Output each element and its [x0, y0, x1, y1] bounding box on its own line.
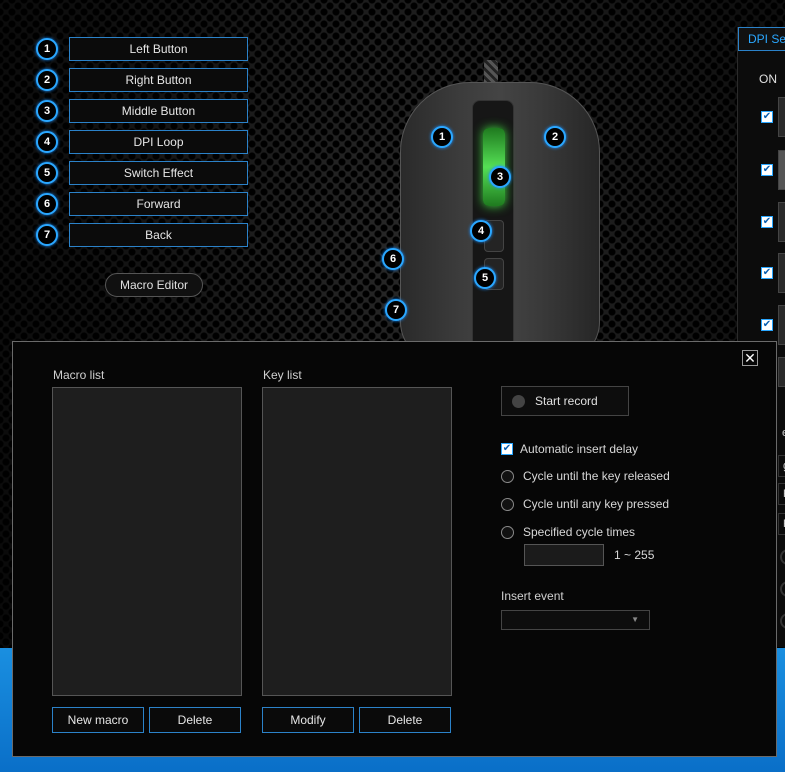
mouse-marker-forward[interactable]: 6 [382, 248, 404, 270]
specified-cycle-option[interactable]: Specified cycle times [501, 525, 635, 539]
assignment-row: 4 DPI Loop [36, 130, 248, 154]
dpi-loop-assign[interactable]: DPI Loop [69, 130, 248, 154]
mouse-marker-middle[interactable]: 3 [489, 166, 511, 188]
insert-event-dropdown[interactable]: ▼ [501, 610, 650, 630]
right-button-assign[interactable]: Right Button [69, 68, 248, 92]
number-badge: 6 [36, 193, 58, 215]
cycle-any-key-radio[interactable] [501, 497, 514, 511]
dpi-level-slot[interactable] [778, 202, 785, 242]
dpi-level-slot[interactable] [778, 305, 785, 345]
panel-round-button[interactable] [780, 581, 785, 597]
insert-event-label: Insert event [501, 589, 564, 603]
auto-insert-delay-label: Automatic insert delay [520, 442, 639, 456]
forward-assign[interactable]: Forward [69, 192, 248, 216]
left-button-assign[interactable]: Left Button [69, 37, 248, 61]
delete-key-button[interactable]: Delete [359, 707, 451, 733]
chevron-down-icon: ▼ [631, 615, 639, 624]
mouse-marker-back[interactable]: 7 [385, 299, 407, 321]
delete-macro-button[interactable]: Delete [149, 707, 241, 733]
close-icon[interactable]: ✕ [742, 350, 758, 366]
assignment-row: 6 Forward [36, 192, 248, 216]
record-icon [512, 394, 525, 408]
cycle-range-label: 1 ~ 255 [614, 548, 655, 562]
number-badge: 7 [36, 224, 58, 246]
mouse-marker-left[interactable]: 1 [431, 126, 453, 148]
number-badge: 2 [36, 69, 58, 91]
mouse-marker-dpi[interactable]: 4 [470, 220, 492, 242]
dpi-level-checkbox[interactable]: ✔ [761, 267, 773, 279]
panel-round-button[interactable] [780, 549, 785, 565]
number-badge: 3 [36, 100, 58, 122]
dpi-on-label: ON [759, 72, 777, 86]
auto-insert-delay-checkbox[interactable]: ✔ [501, 443, 513, 455]
auto-insert-delay-option[interactable]: ✔ Automatic insert delay [501, 442, 638, 456]
mouse-illustration: 1 2 3 4 5 6 7 [380, 60, 610, 362]
assignment-row: 7 Back [36, 223, 248, 247]
cycle-key-released-option[interactable]: Cycle until the key released [501, 469, 670, 483]
panel-text-fragment: e [778, 423, 785, 445]
switch-effect-assign[interactable]: Switch Effect [69, 161, 248, 185]
key-list-label: Key list [263, 368, 302, 382]
mouse-marker-right[interactable]: 2 [544, 126, 566, 148]
assignment-row: 5 Switch Effect [36, 161, 248, 185]
middle-button-assign[interactable]: Middle Button [69, 99, 248, 123]
cycle-key-released-radio[interactable] [501, 469, 514, 483]
specified-cycle-radio[interactable] [501, 525, 514, 539]
cycle-any-key-label: Cycle until any key pressed [523, 497, 670, 511]
panel-field-fragment[interactable]: F [778, 483, 785, 505]
start-record-label: Start record [535, 394, 598, 408]
key-list[interactable] [262, 387, 452, 696]
number-badge: 1 [36, 38, 58, 60]
mouse-marker-effect[interactable]: 5 [474, 267, 496, 289]
assignment-row: 1 Left Button [36, 37, 248, 61]
macro-list-label: Macro list [53, 368, 105, 382]
dpi-settings-title: DPI Settings [738, 27, 785, 51]
panel-field-fragment[interactable]: F [778, 513, 785, 535]
start-record-button[interactable]: Start record [501, 386, 629, 416]
modify-key-button[interactable]: Modify [262, 707, 354, 733]
panel-round-button[interactable] [780, 613, 785, 629]
dpi-level-checkbox[interactable]: ✔ [761, 164, 773, 176]
cycle-any-key-option[interactable]: Cycle until any key pressed [501, 497, 669, 511]
dpi-level-checkbox[interactable]: ✔ [761, 111, 773, 123]
number-badge: 5 [36, 162, 58, 184]
dpi-level-slot[interactable] [778, 150, 785, 190]
specified-cycle-label: Specified cycle times [523, 525, 636, 539]
cycle-times-input[interactable] [524, 544, 604, 566]
macro-editor-button[interactable]: Macro Editor [105, 273, 203, 297]
macro-list[interactable] [52, 387, 242, 696]
assignment-row: 3 Middle Button [36, 99, 248, 123]
dpi-level-slot[interactable] [778, 357, 785, 387]
dpi-level-checkbox[interactable]: ✔ [761, 319, 773, 331]
cycle-key-released-label: Cycle until the key released [523, 469, 670, 483]
macro-editor-dialog: ✕ Macro list Key list New macro Delete M… [12, 341, 777, 757]
dpi-level-checkbox[interactable]: ✔ [761, 216, 773, 228]
dpi-level-slot[interactable] [778, 97, 785, 137]
new-macro-button[interactable]: New macro [52, 707, 144, 733]
assignment-row: 2 Right Button [36, 68, 248, 92]
dpi-level-slot[interactable] [778, 253, 785, 293]
number-badge: 4 [36, 131, 58, 153]
back-assign[interactable]: Back [69, 223, 248, 247]
panel-field-fragment[interactable]: g [778, 455, 785, 477]
